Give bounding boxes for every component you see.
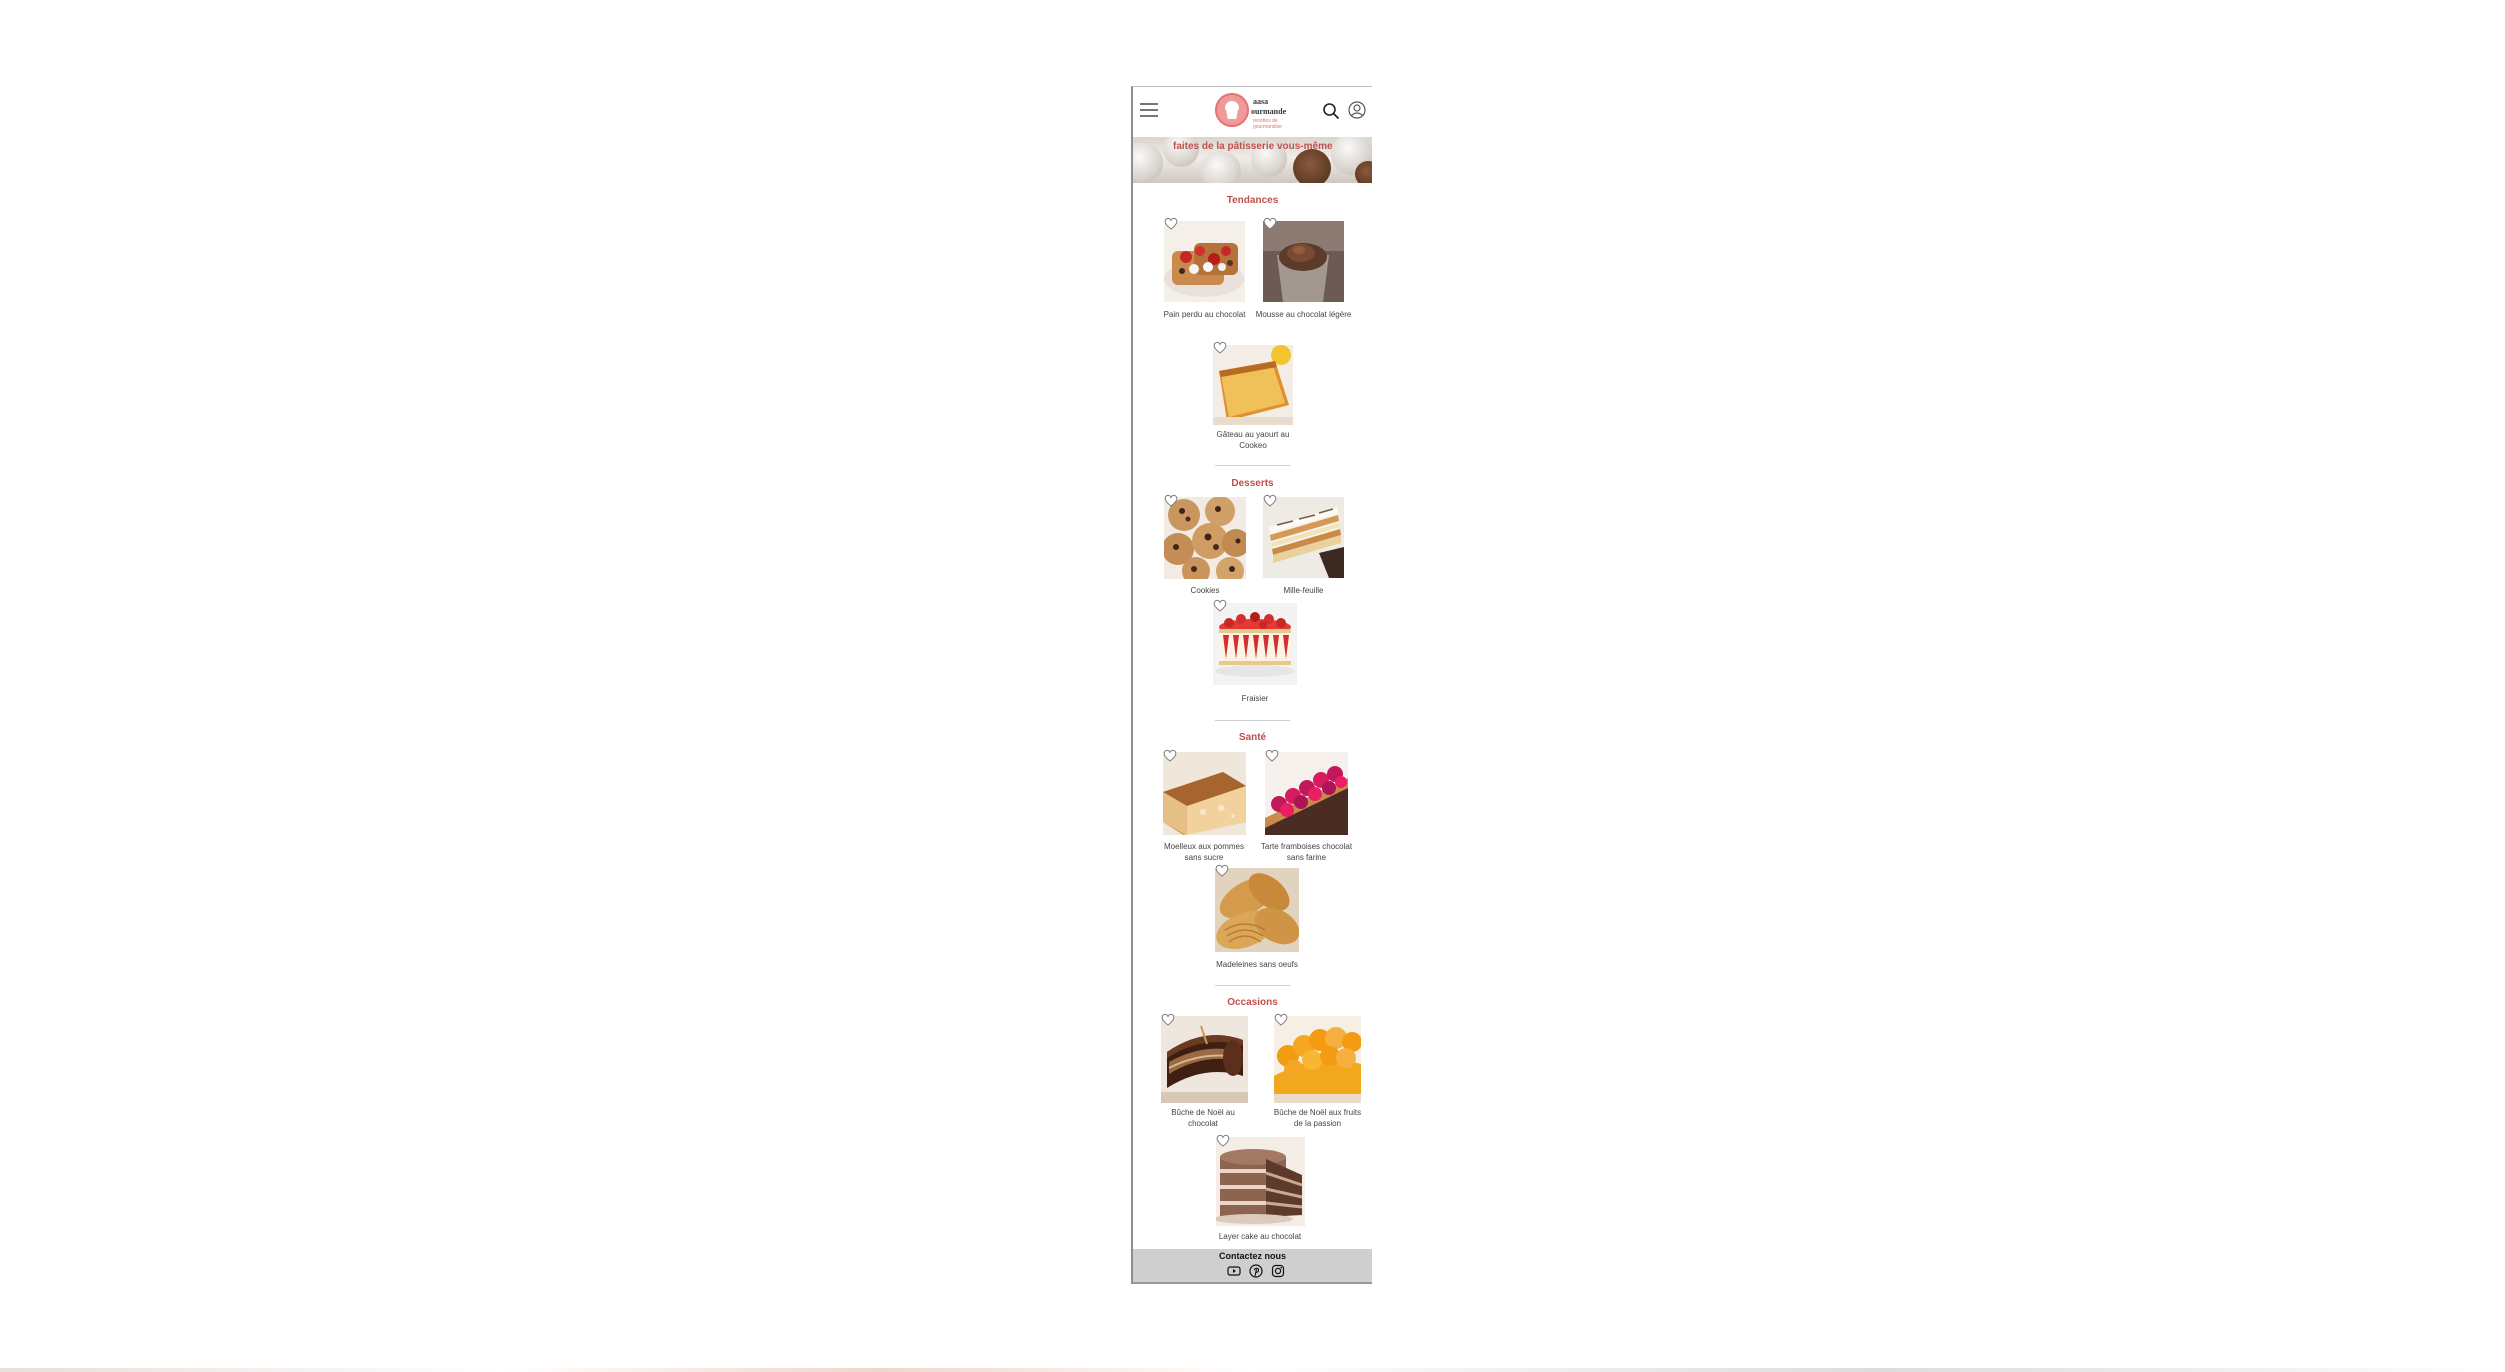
contact-title[interactable]: Contactez nous: [1133, 1251, 1372, 1261]
banner-headline: faites de la pâtisserie vous-même: [1173, 141, 1333, 152]
section-title-tendances: Tendances: [1226, 195, 1279, 206]
recipe-name: Layer cake au chocolat: [1218, 1232, 1302, 1241]
recipe-photo[interactable]: [1161, 1016, 1248, 1103]
menu-icon[interactable]: [1140, 103, 1158, 117]
recipe-name: Pain perdu au chocolat: [1163, 310, 1246, 319]
recipe-name: Moelleux aux pommes sans sucre: [1163, 842, 1245, 862]
recipe-photo[interactable]: [1274, 1016, 1361, 1103]
background-strip: [0, 1368, 2505, 1372]
logo-tagline: recettes de gourmandise: [1253, 118, 1282, 130]
user-account-icon[interactable]: [1348, 101, 1366, 119]
section-divider: [1215, 720, 1290, 721]
cupcake-logo-icon: [1215, 93, 1249, 127]
recipe-name: Cookies: [1190, 586, 1220, 595]
favorite-heart-icon[interactable]: [1263, 217, 1277, 230]
favorite-heart-icon[interactable]: [1216, 1134, 1230, 1147]
logo-word-1: aasa: [1253, 97, 1269, 106]
favorite-heart-icon[interactable]: [1215, 864, 1229, 877]
recipe-name: Bûche de Noël au chocolat: [1171, 1108, 1235, 1128]
recipe-photo[interactable]: [1163, 752, 1246, 835]
youtube-icon[interactable]: [1227, 1264, 1241, 1278]
recipe-photo[interactable]: [1213, 345, 1293, 425]
search-icon[interactable]: [1322, 102, 1340, 120]
recipe-photo[interactable]: [1265, 752, 1348, 835]
recipe-name: Gâteau au yaourt au Cookeo: [1216, 430, 1290, 450]
site-logo[interactable]: aasa ourmande recettes de gourmandise: [1215, 93, 1295, 131]
footer: Contactez nous: [1133, 1249, 1372, 1282]
favorite-heart-icon[interactable]: [1161, 1013, 1175, 1026]
instagram-icon[interactable]: [1271, 1264, 1285, 1278]
recipe-photo[interactable]: [1164, 221, 1245, 302]
recipe-photo[interactable]: [1216, 1137, 1305, 1226]
mobile-viewport: aasa ourmande recettes de gourmandise fa…: [1131, 86, 1372, 1284]
recipe-name: Fraisier: [1241, 694, 1269, 703]
section-title-desserts: Desserts: [1231, 478, 1274, 489]
section-title-sante: Santé: [1238, 732, 1267, 743]
favorite-heart-icon[interactable]: [1213, 341, 1227, 354]
recipe-photo[interactable]: [1164, 497, 1246, 579]
favorite-heart-icon[interactable]: [1263, 494, 1277, 507]
hero-banner: faites de la pâtisserie vous-même: [1133, 137, 1372, 183]
section-divider: [1215, 465, 1290, 466]
recipe-photo[interactable]: [1215, 868, 1299, 952]
favorite-heart-icon[interactable]: [1164, 494, 1178, 507]
section-title-occasions: Occasions: [1227, 997, 1278, 1008]
favorite-heart-icon[interactable]: [1265, 749, 1279, 762]
section-divider: [1215, 985, 1290, 986]
recipe-photo[interactable]: [1263, 497, 1344, 578]
recipe-name: Madeleines sans oeufs: [1216, 960, 1298, 969]
recipe-name: Tarte framboises chocolat sans farine: [1260, 842, 1353, 862]
favorite-heart-icon[interactable]: [1213, 599, 1227, 612]
recipe-photo[interactable]: [1213, 603, 1297, 685]
pinterest-icon[interactable]: [1249, 1264, 1263, 1278]
recipe-name: Mousse au chocolat légère: [1255, 310, 1352, 319]
recipe-name: Mille-feuille: [1283, 586, 1324, 595]
recipe-name: Bûche de Noël aux fruits de la passion: [1273, 1108, 1362, 1128]
recipe-photo[interactable]: [1263, 221, 1344, 302]
logo-word-2: ourmande: [1251, 107, 1287, 116]
top-navbar: aasa ourmande recettes de gourmandise: [1133, 87, 1372, 137]
favorite-heart-icon[interactable]: [1164, 217, 1178, 230]
favorite-heart-icon[interactable]: [1274, 1013, 1288, 1026]
favorite-heart-icon[interactable]: [1163, 749, 1177, 762]
